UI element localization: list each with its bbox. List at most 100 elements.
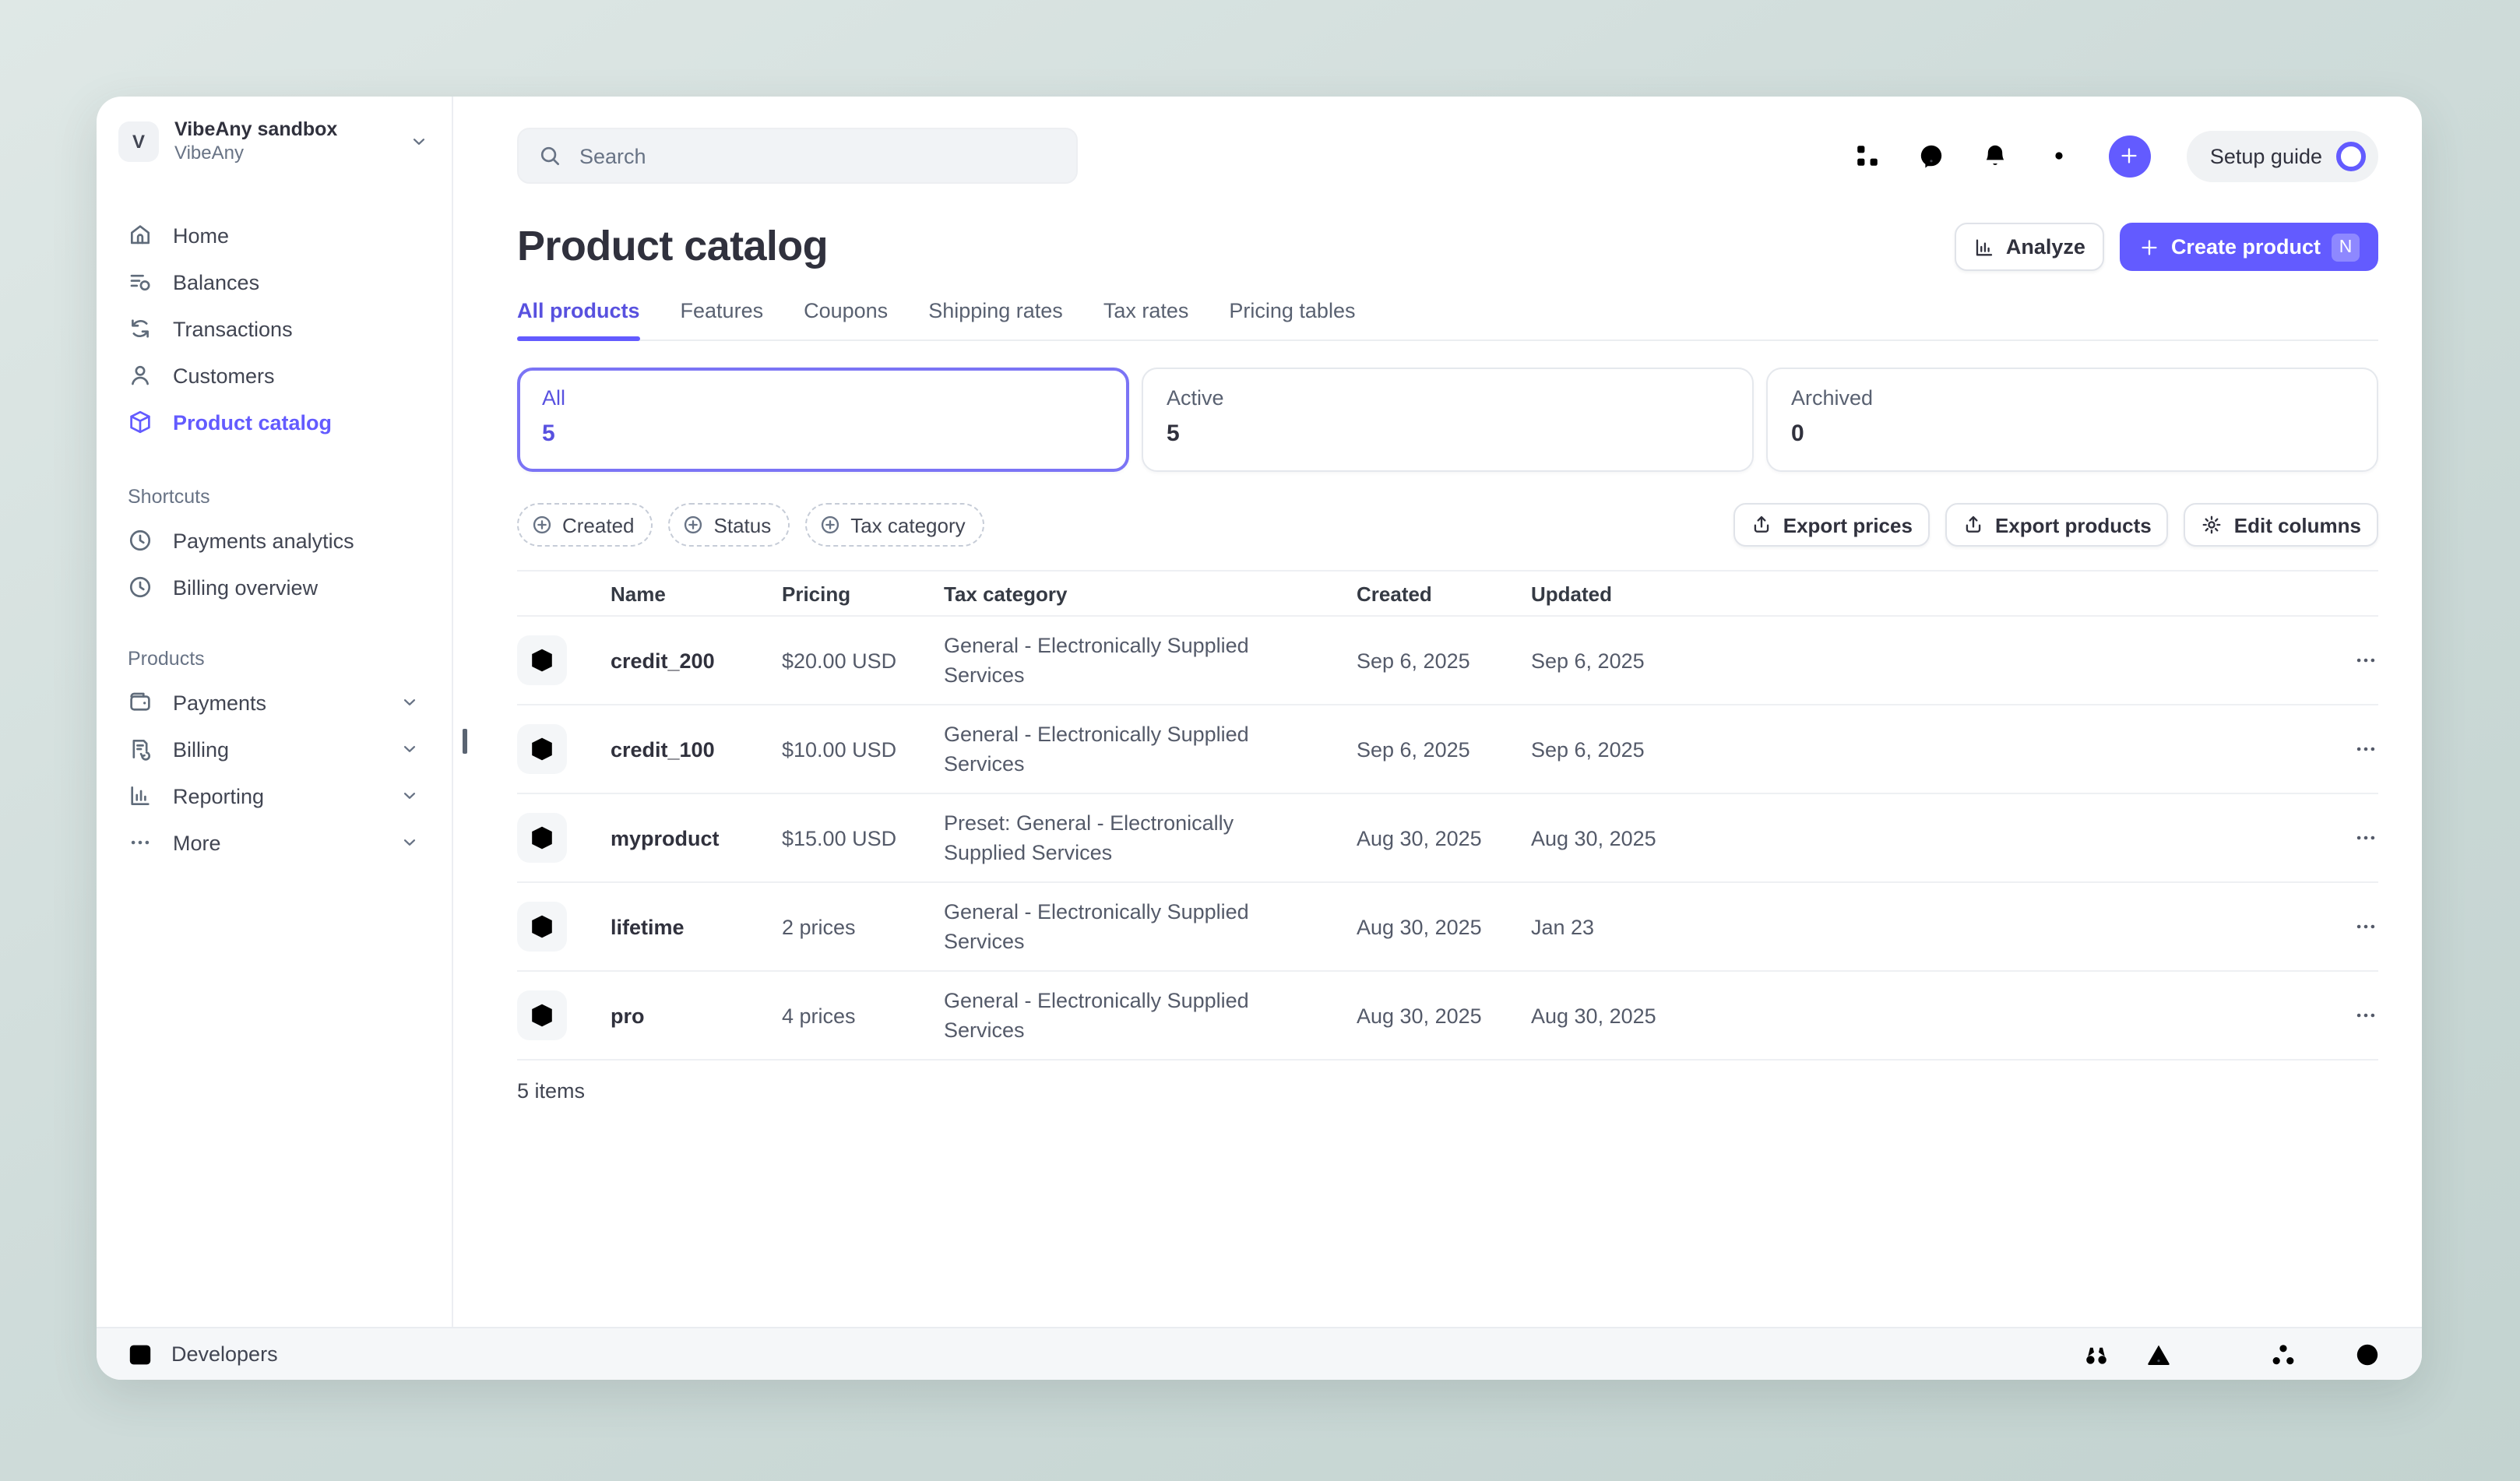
workspace-name: VibeAny sandbox (174, 118, 392, 142)
clock-icon (128, 528, 153, 553)
edit-columns-label: Edit columns (2234, 513, 2361, 536)
row-menu-button[interactable] (2322, 1003, 2378, 1028)
table-row[interactable]: credit_100 $10.00 USD General - Electron… (517, 705, 2378, 794)
row-menu-button[interactable] (2322, 737, 2378, 762)
bar-chart-icon (128, 783, 153, 808)
product-pricing: 2 prices (782, 912, 944, 941)
sidebar: V VibeAny sandbox VibeAny Home Balances (97, 97, 453, 1327)
filter-chips: Created Status Tax category (517, 503, 984, 547)
summary-cards: All 5 Active 5 Archived 0 (517, 368, 2378, 472)
table-row[interactable]: pro 4 prices General - Electronically Su… (517, 972, 2378, 1061)
product-updated: Aug 30, 2025 (1531, 1001, 2322, 1030)
balances-icon (128, 269, 153, 294)
package-icon (517, 724, 567, 774)
tab-tax-rates[interactable]: Tax rates (1103, 299, 1189, 339)
transactions-icon (128, 316, 153, 341)
sidebar-item-balances[interactable]: Balances (118, 259, 430, 305)
sort-arrows-icon[interactable] (2207, 1340, 2235, 1368)
product-name[interactable]: credit_200 (611, 646, 782, 675)
analyze-chart-icon (1973, 236, 1995, 258)
sidebar-item-more[interactable]: More (118, 819, 430, 866)
stripe-dashboard: V VibeAny sandbox VibeAny Home Balances (0, 0, 2520, 1481)
product-tax-category: General - Electronically Supplied Servic… (944, 986, 1357, 1045)
filter-row: Created Status Tax category Export price… (517, 503, 2378, 547)
sidebar-item-label: Payments analytics (173, 529, 354, 552)
summary-card-archived[interactable]: Archived 0 (1766, 368, 2378, 472)
row-menu-button[interactable] (2322, 648, 2378, 673)
column-header-tax-category: Tax category (944, 582, 1357, 605)
workspace-switcher[interactable]: V VibeAny sandbox VibeAny (118, 118, 430, 165)
sidebar-item-home[interactable]: Home (118, 212, 430, 259)
collapse-icon[interactable] (2353, 1340, 2381, 1368)
product-name[interactable]: pro (611, 1001, 782, 1030)
warning-icon[interactable] (2145, 1340, 2173, 1368)
product-created: Aug 30, 2025 (1357, 823, 1531, 853)
sidebar-item-billing[interactable]: Billing (118, 726, 430, 772)
setup-guide-button[interactable]: Setup guide (2187, 130, 2378, 181)
settings-icon[interactable] (2045, 142, 2073, 170)
chevron-down-icon (399, 691, 421, 713)
table-row[interactable]: lifetime 2 prices General - Electronical… (517, 883, 2378, 972)
webhook-icon[interactable] (2269, 1340, 2297, 1368)
developers-button[interactable]: Developers (126, 1340, 278, 1368)
summary-card-active[interactable]: Active 5 (1142, 368, 1754, 472)
progress-ring-icon (2336, 141, 2366, 171)
analyze-button[interactable]: Analyze (1955, 223, 2104, 271)
sidebar-item-reporting[interactable]: Reporting (118, 772, 430, 819)
apps-icon[interactable] (1853, 142, 1881, 170)
row-menu-button[interactable] (2322, 825, 2378, 850)
topbar-icons: Setup guide (1853, 130, 2378, 181)
binoculars-icon[interactable] (2082, 1340, 2110, 1368)
setup-guide-label: Setup guide (2210, 144, 2322, 167)
clock-icon (128, 575, 153, 600)
sidebar-item-customers[interactable]: Customers (118, 352, 430, 399)
tab-shipping-rates[interactable]: Shipping rates (928, 299, 1063, 339)
sidebar-item-payments[interactable]: Payments (118, 679, 430, 726)
sidebar-item-product-catalog[interactable]: Product catalog (118, 399, 430, 445)
search-icon (537, 143, 562, 168)
sidebar-item-transactions[interactable]: Transactions (118, 305, 430, 352)
sidebar-item-label: Home (173, 223, 229, 247)
sidebar-item-label: Balances (173, 270, 259, 294)
sidebar-item-payments-analytics[interactable]: Payments analytics (118, 517, 430, 564)
product-tax-category: Preset: General - Electronically Supplie… (944, 808, 1357, 867)
filter-status[interactable]: Status (669, 503, 790, 547)
product-updated: Jan 23 (1531, 912, 2322, 941)
product-created: Sep 6, 2025 (1357, 646, 1531, 675)
export-prices-label: Export prices (1783, 513, 1913, 536)
create-product-button[interactable]: Create product N (2120, 223, 2378, 271)
table-row[interactable]: myproduct $15.00 USD Preset: General - E… (517, 794, 2378, 883)
search-bar[interactable] (517, 128, 1078, 184)
product-name[interactable]: lifetime (611, 912, 782, 941)
tab-all-products[interactable]: All products (517, 299, 640, 339)
product-created: Sep 6, 2025 (1357, 734, 1531, 764)
product-name[interactable]: credit_100 (611, 734, 782, 764)
export-prices-button[interactable]: Export prices (1733, 503, 1930, 547)
product-pricing: 4 prices (782, 1001, 944, 1030)
add-button[interactable] (2109, 135, 2151, 177)
search-input[interactable] (576, 142, 1058, 169)
help-icon[interactable] (1917, 142, 1945, 170)
product-updated: Sep 6, 2025 (1531, 646, 2322, 675)
edit-columns-button[interactable]: Edit columns (2184, 503, 2378, 547)
circle-plus-icon (819, 514, 841, 536)
tab-features[interactable]: Features (681, 299, 764, 339)
notifications-icon[interactable] (1981, 142, 2009, 170)
export-products-button[interactable]: Export products (1945, 503, 2169, 547)
chevron-down-icon (399, 785, 421, 807)
page-title: Product catalog (517, 223, 828, 271)
filter-label: Status (714, 513, 772, 536)
summary-card-all[interactable]: All 5 (517, 368, 1129, 472)
chevron-down-icon (408, 131, 430, 153)
tab-coupons[interactable]: Coupons (804, 299, 888, 339)
product-name[interactable]: myproduct (611, 823, 782, 853)
filter-tax-category[interactable]: Tax category (805, 503, 984, 547)
row-menu-button[interactable] (2322, 914, 2378, 939)
filter-created[interactable]: Created (517, 503, 653, 547)
table-row[interactable]: credit_200 $20.00 USD General - Electron… (517, 617, 2378, 705)
package-icon (517, 990, 567, 1040)
tab-pricing-tables[interactable]: Pricing tables (1229, 299, 1355, 339)
customers-icon (128, 363, 153, 388)
text-cursor (463, 729, 466, 754)
sidebar-item-billing-overview[interactable]: Billing overview (118, 564, 430, 610)
